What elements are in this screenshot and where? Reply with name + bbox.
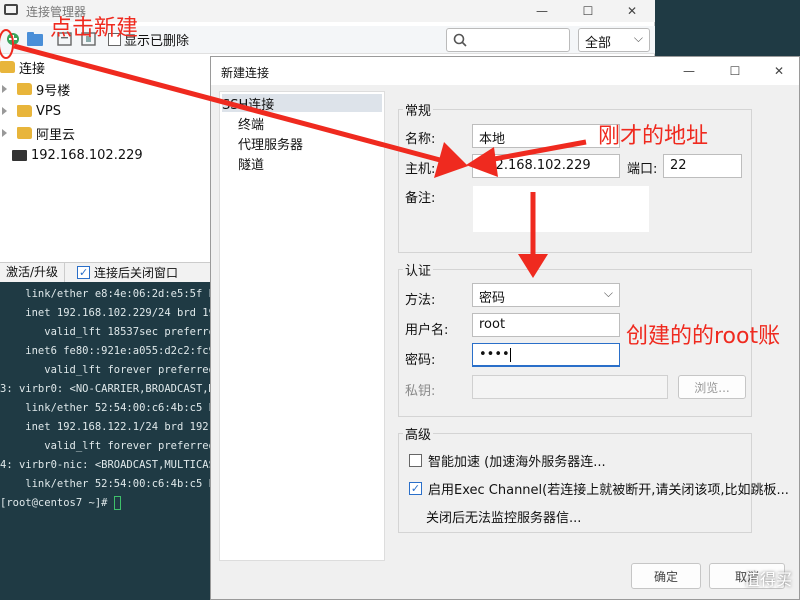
nav-item-ssh[interactable]: SSH连接 xyxy=(222,94,382,113)
chevron-down-icon: ⌵ xyxy=(633,31,643,45)
exec-channel-checkbox[interactable]: ✓ xyxy=(409,482,422,495)
chevron-down-icon: ⌵ xyxy=(603,286,613,300)
password-label: 密码: xyxy=(405,353,436,368)
tree-folder-3[interactable]: 阿里云 xyxy=(2,122,75,144)
nav-item-proxy[interactable]: 代理服务器 xyxy=(238,134,303,153)
method-label: 方法: xyxy=(405,293,436,308)
terminal-output[interactable]: link/ether e8:4e:06:2d:e5:5f brd inet 19… xyxy=(0,282,215,600)
monitor-icon xyxy=(12,149,27,161)
folder-icon xyxy=(17,83,32,95)
filter-select[interactable]: 全部 ⌵ xyxy=(578,28,650,52)
smart-accel-checkbox[interactable] xyxy=(409,454,422,467)
auth-legend: 认证 xyxy=(403,260,434,279)
browse-button: 浏览... xyxy=(678,375,746,399)
advanced-legend: 高级 xyxy=(403,424,434,443)
close-after-connect-label: 连接后关闭窗口 xyxy=(94,266,179,280)
tree-root[interactable]: 连接 xyxy=(0,56,45,78)
annotation-address: 刚才的地址 xyxy=(598,124,709,149)
tree-folder-1[interactable]: 9号楼 xyxy=(2,78,70,100)
smart-accel-label: 智能加速 (加速海外服务器连... xyxy=(428,455,606,470)
password-value: •••• xyxy=(479,347,510,362)
maximize-icon[interactable]: ☐ xyxy=(713,60,757,82)
close-icon[interactable]: ✕ xyxy=(757,60,800,82)
method-value: 密码 xyxy=(479,291,506,306)
terminal-line: 3: virbr0: <NO-CARRIER,BROADCAST,MULT xyxy=(0,383,215,395)
chevron-right-icon[interactable] xyxy=(2,85,7,93)
minimize-icon[interactable]: — xyxy=(520,0,564,22)
tree-host-label: 192.168.102.229 xyxy=(31,147,143,163)
dialog-nav: SSH连接 终端 代理服务器 隧道 xyxy=(219,91,385,561)
method-select[interactable]: 密码 ⌵ xyxy=(472,283,620,307)
dialog-titlebar: 新建连接 — ☐ ✕ xyxy=(211,57,799,85)
filter-value: 全部 xyxy=(585,36,612,51)
text-caret xyxy=(509,347,511,362)
activate-tab[interactable]: 激活/升级 xyxy=(0,262,66,283)
terminal-line: valid_lft forever preferred_l xyxy=(0,364,215,376)
terminal-line: 4: virbr0-nic: <BROADCAST,MULTICAST> xyxy=(0,459,215,471)
terminal-line: valid_lft 18537sec preferred_ xyxy=(0,326,215,338)
exec-channel-note: 关闭后无法监控服务器信... xyxy=(426,511,582,526)
password-input[interactable]: •••• xyxy=(472,343,620,367)
close-after-connect-checkbox[interactable]: ✓ xyxy=(77,266,91,279)
close-after-connect-option[interactable]: ✓ 连接后关闭窗口 xyxy=(65,264,178,281)
manager-bottom-bar: 激活/升级 ✓ 连接后关闭窗口 xyxy=(0,262,215,283)
private-key-input xyxy=(472,375,668,399)
username-label: 用户名: xyxy=(405,323,449,338)
private-key-label: 私钥: xyxy=(405,384,436,399)
tree-folder-2[interactable]: VPS xyxy=(2,100,61,122)
folder-icon xyxy=(0,61,15,73)
tree-folder-label: 阿里云 xyxy=(36,127,76,143)
terminal-cursor xyxy=(113,496,121,510)
terminal-prompt-line: [root@centos7 ~]# xyxy=(0,496,121,510)
name-label: 名称: xyxy=(405,132,436,147)
chevron-right-icon[interactable] xyxy=(2,129,7,137)
smart-accel-option[interactable]: 智能加速 (加速海外服务器连... xyxy=(409,451,606,470)
terminal-line: inet 192.168.102.229/24 brd 192. xyxy=(0,307,215,319)
annotation-root-account: 创建的的root账 xyxy=(626,324,781,349)
host-input[interactable]: 192.168.102.229 xyxy=(472,154,620,178)
exec-channel-option[interactable]: ✓ 启用Exec Channel(若连接上就被断开,请关闭该项,比如跳板... xyxy=(409,479,789,498)
note-input[interactable] xyxy=(472,185,650,233)
folder-icon xyxy=(17,127,32,139)
new-folder-icon[interactable] xyxy=(26,31,44,47)
annotation-click-new: 点击新建 xyxy=(50,16,139,41)
search-icon xyxy=(453,33,467,47)
chevron-right-icon[interactable] xyxy=(2,107,7,115)
close-icon[interactable]: ✕ xyxy=(610,0,654,22)
terminal-line: link/ether 52:54:00:c6:4b:c5 brd xyxy=(0,402,215,414)
new-connection-icon[interactable] xyxy=(4,31,22,47)
tree-root-label: 连接 xyxy=(19,61,46,77)
port-label: 端口: xyxy=(627,162,658,177)
tree-folder-label: 9号楼 xyxy=(36,83,71,99)
tree-folder-label: VPS xyxy=(36,103,61,119)
minimize-icon[interactable]: — xyxy=(667,60,711,82)
terminal-line: link/ether e8:4e:06:2d:e5:5f brd xyxy=(0,288,215,300)
terminal-line: link/ether 52:54:00:c6:4b:c5 brd xyxy=(0,478,215,490)
terminal-app-icon xyxy=(4,4,18,15)
tree-host[interactable]: 192.168.102.229 xyxy=(12,144,143,166)
folder-icon xyxy=(17,105,32,117)
terminal-line: inet 192.168.122.1/24 brd 192.16 xyxy=(0,421,215,433)
note-label: 备注: xyxy=(405,191,436,206)
nav-item-terminal[interactable]: 终端 xyxy=(238,114,264,133)
exec-channel-label: 启用Exec Channel(若连接上就被断开,请关闭该项,比如跳板... xyxy=(428,483,789,498)
ok-button[interactable]: 确定 xyxy=(631,563,701,589)
terminal-line: valid_lft forever preferred_l xyxy=(0,440,215,452)
terminal-prompt: [root@centos7 ~]# xyxy=(0,497,114,509)
nav-item-tunnel[interactable]: 隧道 xyxy=(238,154,264,173)
general-legend: 常规 xyxy=(403,100,434,119)
username-input[interactable]: root xyxy=(472,313,620,337)
dialog-title: 新建连接 xyxy=(221,66,270,80)
maximize-icon[interactable]: ☐ xyxy=(566,0,610,22)
port-input[interactable]: 22 xyxy=(663,154,742,178)
terminal-line: inet6 fe80::921e:a055:d2c2:fc93/ xyxy=(0,345,215,357)
search-input[interactable] xyxy=(446,28,570,52)
watermark-logo: 值得买 xyxy=(743,570,792,589)
host-label: 主机: xyxy=(405,162,436,177)
